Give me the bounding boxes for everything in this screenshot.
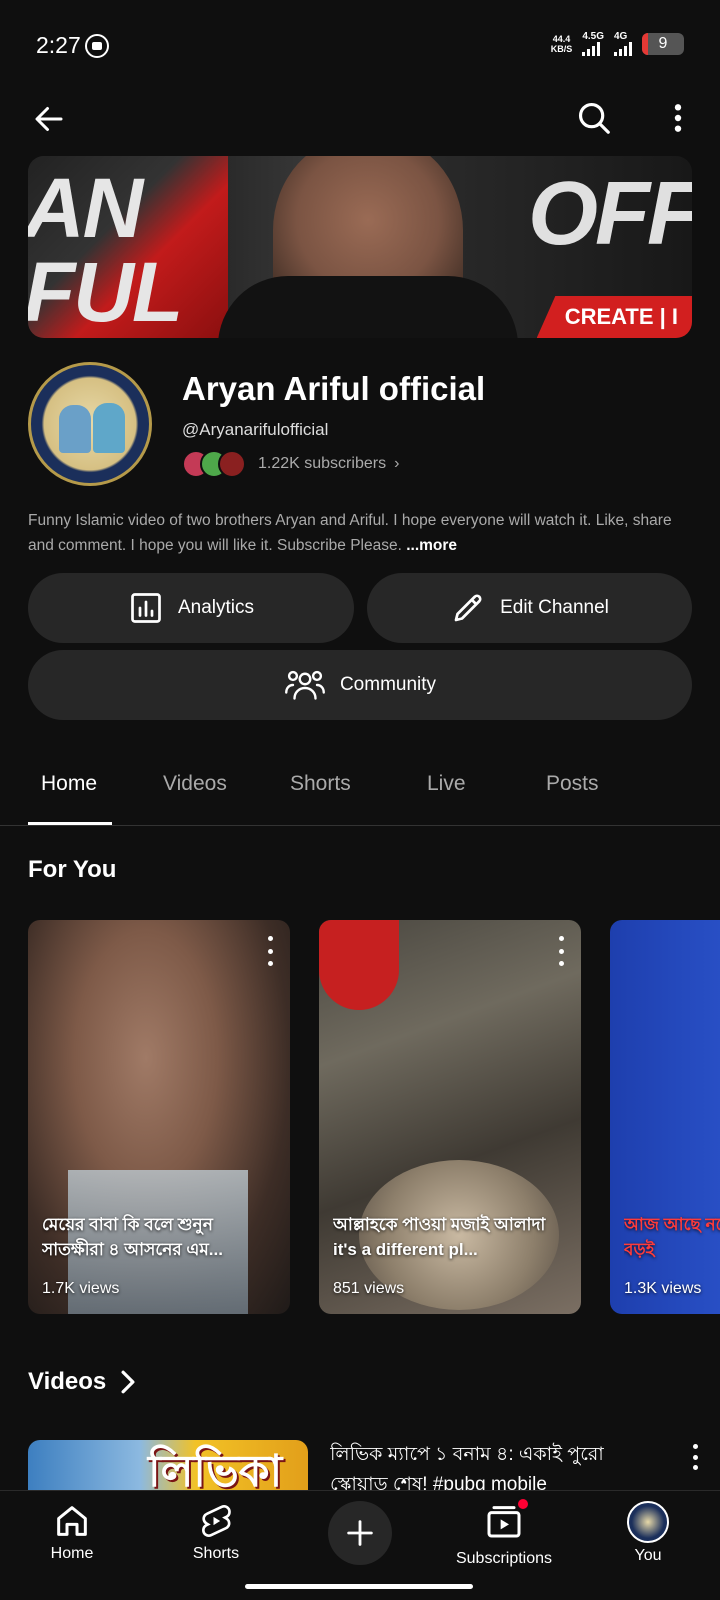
for-you-title: For You bbox=[28, 856, 117, 883]
short-views: 1.3K views bbox=[624, 1280, 702, 1297]
short-title: আজ আছে নরে তোমার জীবন বড়ই bbox=[624, 1215, 720, 1259]
search-button[interactable] bbox=[568, 92, 620, 144]
channel-handle: @Aryanarifulofficial bbox=[182, 420, 329, 439]
nav-you[interactable]: You bbox=[588, 1501, 708, 1565]
more-link[interactable]: ...more bbox=[406, 537, 457, 554]
nav-shorts[interactable]: Shorts bbox=[156, 1501, 276, 1563]
chevron-right-icon bbox=[121, 1370, 135, 1394]
battery-icon: 9 bbox=[642, 33, 684, 55]
tab-shorts[interactable]: Shorts bbox=[290, 772, 351, 796]
short-title: আল্লাহকে পাওয়া মজাই আলাদা it's a differ… bbox=[333, 1215, 546, 1259]
plus-icon bbox=[347, 1520, 373, 1546]
more-vertical-icon bbox=[674, 104, 682, 132]
edit-channel-button[interactable]: Edit Channel bbox=[367, 573, 692, 643]
short-card[interactable]: আল্লাহকে পাওয়া মজাই আলাদা it's a differ… bbox=[319, 920, 581, 1314]
signal-4-5g-label: 4.5G bbox=[582, 31, 604, 42]
for-you-shorts-row: মেয়ের বাবা কি বলে শুনুন সাতক্ষীরা ৪ আসন… bbox=[28, 920, 720, 1316]
community-label: Community bbox=[339, 674, 437, 695]
videos-title: Videos bbox=[28, 1368, 107, 1395]
edit-channel-label: Edit Channel bbox=[500, 597, 609, 618]
chevron-right-icon: › bbox=[394, 455, 400, 472]
network-speed-unit: KB/S bbox=[550, 44, 573, 54]
short-more-button[interactable] bbox=[260, 936, 280, 966]
back-button[interactable] bbox=[24, 94, 74, 144]
subscriber-avatars bbox=[182, 450, 246, 478]
video-thumbnail[interactable]: লিভিকা bbox=[28, 1440, 308, 1490]
you-avatar bbox=[627, 1501, 669, 1543]
top-app-bar bbox=[0, 84, 720, 154]
notification-dot bbox=[516, 1497, 530, 1511]
short-views: 851 views bbox=[333, 1280, 405, 1297]
tab-posts[interactable]: Posts bbox=[546, 772, 599, 796]
status-indicators: 44.4 KB/S 4.5G 4G 9 bbox=[551, 32, 684, 56]
nav-home[interactable]: Home bbox=[12, 1501, 132, 1563]
nav-subscriptions[interactable]: Subscriptions bbox=[444, 1497, 564, 1568]
signal-4-5g-icon: 4.5G bbox=[582, 32, 604, 56]
subscriber-avatar bbox=[218, 450, 246, 478]
screen-record-icon bbox=[85, 34, 109, 58]
short-thumbnail-detail bbox=[319, 920, 399, 1010]
banner-shirt bbox=[218, 276, 518, 338]
channel-name: Aryan Ariful official bbox=[182, 370, 486, 407]
channel-tabs: Home Videos Shorts Live Posts bbox=[0, 752, 720, 826]
banner-left-text: AN FUL bbox=[28, 161, 183, 338]
videos-section-header[interactable]: Videos bbox=[28, 1368, 138, 1396]
video-title[interactable]: লিভিক ম্যাপে ১ বনাম ৪: একাই পুরো স্কোয়া… bbox=[330, 1440, 660, 1490]
nav-shorts-label: Shorts bbox=[192, 1545, 240, 1562]
short-title: মেয়ের বাবা কি বলে শুনুন সাতক্ষীরা ৪ আসন… bbox=[42, 1215, 223, 1259]
channel-description[interactable]: Funny Islamic video of two brothers Arya… bbox=[28, 508, 694, 558]
create-button[interactable] bbox=[328, 1501, 392, 1565]
community-button[interactable]: Community bbox=[28, 650, 692, 720]
channel-banner[interactable]: ANFUL OFFI CREATE | I bbox=[28, 156, 692, 338]
home-indicator[interactable] bbox=[245, 1584, 473, 1589]
home-icon bbox=[57, 1506, 87, 1536]
tab-videos[interactable]: Videos bbox=[163, 772, 227, 796]
description-text: Funny Islamic video of two brothers Arya… bbox=[28, 512, 672, 554]
nav-subscriptions-label: Subscriptions bbox=[455, 1550, 553, 1567]
signal-4g-icon: 4G bbox=[614, 32, 632, 56]
video-more-button[interactable] bbox=[688, 1444, 702, 1470]
avatar-figure bbox=[59, 405, 91, 453]
video-thumbnail-text: লিভিকা bbox=[148, 1447, 283, 1490]
tab-live[interactable]: Live bbox=[427, 772, 466, 796]
search-icon bbox=[578, 102, 610, 134]
subscriptions-icon-wrap bbox=[484, 1497, 530, 1546]
short-views: 1.7K views bbox=[42, 1280, 120, 1297]
short-card[interactable]: আজ আছে নরে তোমার জীবন বড়ই 1.3K views bbox=[610, 920, 720, 1314]
channel-avatar[interactable] bbox=[28, 362, 152, 486]
analytics-label: Analytics bbox=[177, 597, 255, 618]
avatar-figure bbox=[93, 403, 125, 453]
battery-level: 9 bbox=[658, 35, 668, 52]
status-time: 2:27 bbox=[36, 32, 81, 58]
community-icon bbox=[285, 670, 325, 700]
short-more-button[interactable] bbox=[551, 936, 571, 966]
nav-home-label: Home bbox=[50, 1545, 94, 1562]
banner-right-text: OFFI bbox=[528, 164, 692, 264]
analytics-icon bbox=[131, 593, 161, 623]
nav-you-label: You bbox=[634, 1547, 662, 1564]
short-card[interactable]: মেয়ের বাবা কি বলে শুনুন সাতক্ষীরা ৪ আসন… bbox=[28, 920, 290, 1314]
tab-home[interactable]: Home bbox=[41, 772, 97, 796]
subscriber-count: 1.22K subscribers bbox=[258, 455, 387, 472]
subscribers-row[interactable]: 1.22K subscribers › bbox=[182, 450, 399, 478]
active-tab-indicator bbox=[28, 822, 112, 825]
shorts-icon bbox=[201, 1505, 231, 1537]
signal-4g-label: 4G bbox=[614, 31, 628, 42]
more-options-button[interactable] bbox=[654, 92, 702, 144]
status-bar: 2:27 44.4 KB/S 4.5G 4G 9 bbox=[0, 0, 720, 84]
pencil-icon bbox=[454, 594, 482, 622]
network-speed: 44.4 KB/S bbox=[551, 34, 573, 54]
banner-create-tag: CREATE | I bbox=[536, 296, 692, 338]
network-speed-value: 44.4 bbox=[552, 34, 571, 44]
analytics-button[interactable]: Analytics bbox=[28, 573, 354, 643]
back-arrow-icon bbox=[35, 107, 63, 131]
